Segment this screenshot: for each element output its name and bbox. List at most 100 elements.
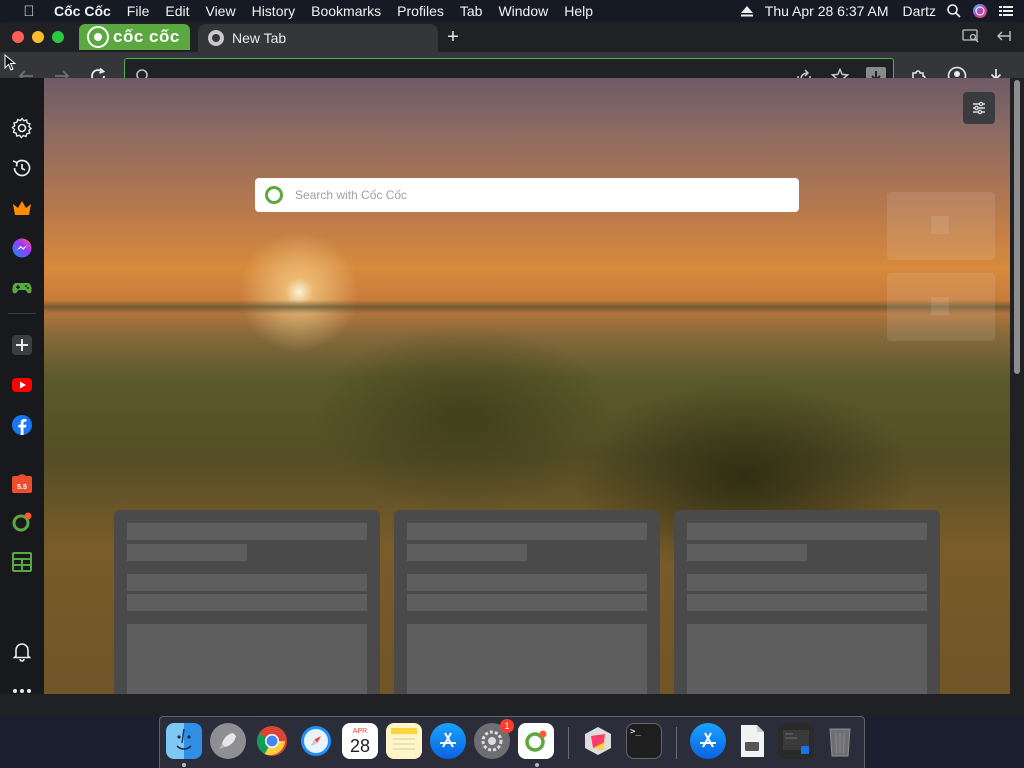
tab-new-tab[interactable]: New Tab [198, 24, 438, 52]
scrollbar-thumb[interactable] [1014, 80, 1020, 374]
tile-placeholder-icon [931, 216, 949, 234]
crown-icon[interactable] [10, 196, 34, 220]
gamepad-icon[interactable] [10, 276, 34, 300]
card-text-placeholder [127, 594, 367, 611]
safari-compass-icon[interactable] [298, 723, 334, 759]
zoom-window-button[interactable] [52, 31, 64, 43]
customize-page-button[interactable] [963, 92, 995, 124]
spotlight-search-icon[interactable] [946, 3, 962, 19]
running-indicator [535, 763, 539, 767]
mouse-cursor-icon [4, 53, 17, 77]
card-text-placeholder [407, 544, 527, 561]
screenshots-folder-icon[interactable] [778, 723, 814, 759]
card-image-placeholder [687, 624, 927, 694]
history-clock-icon[interactable] [10, 156, 34, 180]
menu-history[interactable]: History [244, 3, 304, 19]
menubar-user[interactable]: Dartz [903, 3, 936, 19]
calculator-grid-icon[interactable] [10, 550, 34, 574]
card-text-placeholder [687, 594, 927, 611]
menu-profiles[interactable]: Profiles [389, 3, 452, 19]
apple-menu-icon[interactable]:  [18, 3, 40, 20]
add-shortcut-icon[interactable] [10, 333, 34, 357]
tab-title: New Tab [232, 30, 287, 46]
document-file-icon[interactable] [734, 723, 770, 759]
calendar-day: 28 [349, 735, 371, 756]
tab-search-icon[interactable] [962, 29, 980, 45]
tab-favicon-icon [208, 30, 224, 46]
card-text-placeholder [407, 523, 647, 540]
youtube-icon[interactable] [10, 373, 34, 397]
tab-strip: cốc cốc New Tab + [0, 22, 1024, 52]
app-store-icon[interactable] [430, 723, 466, 759]
new-tab-button[interactable]: + [442, 26, 464, 48]
card-text-placeholder [687, 574, 927, 591]
eject-icon[interactable] [739, 3, 755, 19]
newtab-search-input[interactable] [295, 188, 775, 202]
menu-bookmarks[interactable]: Bookmarks [303, 3, 389, 19]
app-store-downloads-icon[interactable] [690, 723, 726, 759]
messenger-icon[interactable] [10, 236, 34, 260]
menu-tab[interactable]: Tab [452, 3, 491, 19]
svg-text:5.5: 5.5 [17, 484, 27, 491]
brand-label: cốc cốc [113, 27, 180, 46]
menubar-clock[interactable]: Thu Apr 28 6:37 AM [765, 3, 889, 19]
close-window-button[interactable] [12, 31, 24, 43]
card-text-placeholder [407, 574, 647, 591]
terminal-prompt: >_ [630, 727, 641, 737]
color-picker-icon[interactable] [580, 723, 616, 759]
sidebar: 5.5 [0, 78, 44, 694]
sidebar-divider [8, 313, 36, 314]
sliders-icon [973, 101, 985, 115]
new-tab-page [44, 78, 1010, 694]
notification-bell-icon[interactable] [10, 639, 34, 663]
notes-icon[interactable] [386, 723, 422, 759]
news-card-placeholder[interactable] [394, 510, 660, 694]
card-text-placeholder [687, 544, 807, 561]
control-center-icon[interactable] [998, 3, 1014, 19]
menu-view[interactable]: View [197, 3, 243, 19]
facebook-icon[interactable] [10, 413, 34, 437]
terminal-icon[interactable]: >_ [626, 723, 662, 759]
background-horizon [44, 300, 1010, 314]
card-text-placeholder [127, 574, 367, 591]
speed-dial-tile[interactable] [887, 273, 995, 341]
macos-dock: APR 28 1 >_ [159, 716, 865, 768]
collapse-sidebar-icon[interactable] [995, 29, 1013, 45]
coccoc-browser-icon[interactable] [518, 723, 554, 759]
more-options-icon[interactable] [10, 679, 34, 703]
coccoc-logo-icon [87, 26, 109, 48]
running-indicator [182, 763, 186, 767]
newtab-search-box[interactable] [255, 178, 799, 212]
menu-app-name[interactable]: Cốc Cốc [46, 3, 119, 19]
notification-badge: 1 [500, 719, 514, 733]
card-image-placeholder [127, 624, 367, 694]
macos-menu-bar:  Cốc Cốc File Edit View History Bookmar… [0, 0, 1024, 22]
news-card-placeholder[interactable] [674, 510, 940, 694]
news-card-placeholder[interactable] [114, 510, 380, 694]
menu-file[interactable]: File [119, 3, 158, 19]
trash-icon[interactable] [822, 723, 858, 759]
coccoc-search-logo-icon [265, 186, 283, 204]
card-image-placeholder [407, 624, 647, 694]
finder-icon[interactable] [166, 723, 202, 759]
speed-dial-tile[interactable] [887, 192, 995, 260]
coccoc-extension-icon[interactable] [10, 510, 34, 534]
coccoc-menu-button[interactable]: cốc cốc [79, 24, 190, 50]
siri-icon[interactable] [972, 3, 988, 19]
shopee-icon[interactable]: 5.5 [10, 471, 34, 495]
menu-edit[interactable]: Edit [157, 3, 197, 19]
card-text-placeholder [127, 544, 247, 561]
menu-help[interactable]: Help [556, 3, 601, 19]
system-preferences-gear-icon[interactable]: 1 [474, 719, 514, 759]
settings-gear-icon[interactable] [10, 116, 34, 140]
calendar-month: APR [352, 727, 368, 735]
card-text-placeholder [127, 523, 367, 540]
card-text-placeholder [687, 523, 927, 540]
chrome-icon[interactable] [254, 723, 290, 759]
menu-window[interactable]: Window [490, 3, 556, 19]
dock-divider [676, 727, 677, 759]
calendar-icon[interactable]: APR 28 [342, 723, 378, 759]
minimize-window-button[interactable] [32, 31, 44, 43]
page-scrollbar[interactable] [1010, 78, 1024, 694]
launchpad-rocket-icon[interactable] [210, 723, 246, 759]
